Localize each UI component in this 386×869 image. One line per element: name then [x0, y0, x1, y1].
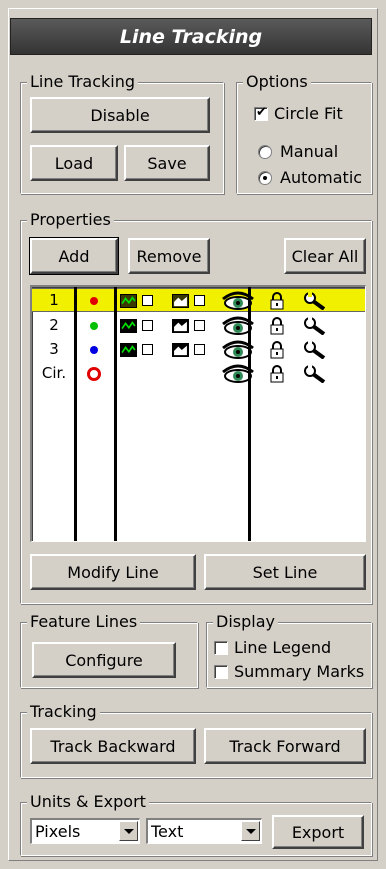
lock-icon[interactable] — [269, 292, 285, 310]
load-button[interactable]: Load — [30, 145, 118, 181]
lock-icon[interactable] — [269, 317, 285, 335]
modify-line-button[interactable]: Modify Line — [30, 554, 196, 590]
feature-lines-legend: Feature Lines — [27, 611, 141, 633]
wrench-icon[interactable] — [304, 365, 326, 383]
set-line-button[interactable]: Set Line — [204, 554, 366, 590]
units-select-value: Pixels — [35, 822, 81, 841]
area-visible-checkbox[interactable] — [194, 344, 205, 355]
line-legend-check-box[interactable] — [214, 640, 228, 655]
add-button[interactable]: Add — [29, 237, 119, 275]
lock-icon[interactable] — [269, 365, 285, 383]
line-visible-checkbox[interactable] — [142, 344, 153, 355]
area-visible-checkbox[interactable] — [194, 295, 205, 306]
remove-button[interactable]: Remove — [128, 238, 210, 274]
summary-marks-check-box[interactable] — [214, 664, 228, 679]
manual-radio-label: Manual — [280, 142, 339, 161]
line-legend-checkbox[interactable]: Line Legend — [214, 638, 331, 657]
line-row-2[interactable]: 2 — [32, 314, 365, 338]
line-color-dot — [90, 297, 98, 305]
line-graph-icon[interactable] — [120, 294, 137, 308]
line-row-1[interactable]: 1 — [32, 288, 365, 312]
area-graph-icon[interactable] — [172, 343, 189, 357]
line-visible-checkbox[interactable] — [142, 320, 153, 331]
units-select[interactable]: Pixels — [30, 818, 140, 844]
line-label: Cir. — [41, 364, 67, 382]
summary-marks-label: Summary Marks — [234, 662, 365, 681]
circle-fit-checkbox[interactable]: Circle Fit — [254, 104, 343, 123]
units-export-legend: Units & Export — [27, 791, 149, 813]
line-color-dot — [90, 322, 98, 330]
line-label: 3 — [49, 340, 59, 358]
column-divider — [248, 287, 251, 541]
circle-fit-label: Circle Fit — [274, 104, 343, 123]
lines-listbox[interactable]: 1 2 3 Cir. — [30, 285, 366, 542]
area-visible-checkbox[interactable] — [194, 320, 205, 331]
export-button[interactable]: Export — [272, 815, 364, 849]
line-graph-icon[interactable] — [120, 319, 137, 333]
manual-radio-button[interactable] — [258, 144, 272, 159]
wrench-icon[interactable] — [304, 341, 326, 359]
disable-button[interactable]: Disable — [30, 97, 210, 133]
area-graph-icon[interactable] — [172, 319, 189, 333]
tracking-legend: Tracking — [27, 701, 100, 723]
line-row-3[interactable]: 3 — [32, 338, 365, 362]
properties-legend: Properties — [27, 209, 114, 231]
display-legend: Display — [213, 611, 278, 633]
configure-button[interactable]: Configure — [32, 642, 176, 678]
circle-color-ring — [87, 367, 101, 381]
wrench-icon[interactable] — [304, 292, 326, 310]
line-label: 1 — [49, 291, 59, 309]
column-divider — [114, 287, 117, 541]
column-divider — [74, 287, 77, 541]
line-tracking-legend: Line Tracking — [27, 71, 139, 93]
area-graph-icon[interactable] — [172, 294, 189, 308]
options-legend: Options — [243, 71, 311, 93]
line-label: 2 — [49, 316, 59, 334]
summary-marks-checkbox[interactable]: Summary Marks — [214, 662, 364, 681]
panel-title: Line Tracking — [10, 18, 372, 55]
automatic-radio[interactable]: Automatic — [258, 168, 362, 187]
line-row-circle[interactable]: Cir. — [32, 362, 365, 386]
automatic-radio-button[interactable] — [258, 170, 272, 185]
track-forward-button[interactable]: Track Forward — [204, 728, 366, 764]
format-dropdown-arrow-icon[interactable] — [241, 821, 260, 841]
units-dropdown-arrow-icon[interactable] — [119, 821, 138, 841]
wrench-icon[interactable] — [304, 317, 326, 335]
track-backward-button[interactable]: Track Backward — [30, 728, 196, 764]
lock-icon[interactable] — [269, 341, 285, 359]
format-select-value: Text — [151, 822, 184, 841]
format-select[interactable]: Text — [146, 818, 262, 844]
circle-fit-check-box[interactable] — [254, 105, 268, 121]
line-visible-checkbox[interactable] — [142, 295, 153, 306]
manual-radio[interactable]: Manual — [258, 142, 338, 161]
automatic-radio-label: Automatic — [280, 168, 363, 187]
line-graph-icon[interactable] — [120, 343, 137, 357]
clear-all-button[interactable]: Clear All — [284, 238, 366, 274]
line-legend-label: Line Legend — [234, 638, 332, 657]
line-color-dot — [90, 346, 98, 354]
save-button[interactable]: Save — [124, 145, 210, 181]
